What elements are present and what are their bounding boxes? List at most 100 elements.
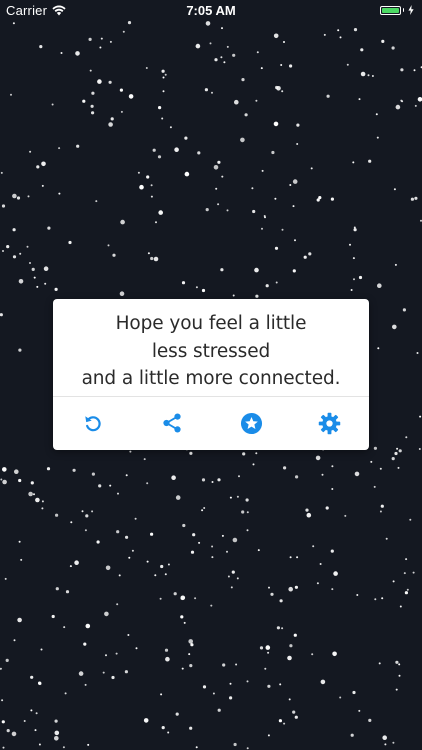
star: [321, 473, 324, 476]
star: [326, 94, 330, 98]
star: [164, 73, 167, 76]
star: [41, 507, 44, 510]
star: [232, 294, 235, 297]
star: [112, 253, 116, 257]
star: [294, 715, 298, 719]
star: [279, 683, 282, 686]
star: [91, 111, 95, 115]
star: [209, 42, 212, 45]
star: [0, 171, 3, 174]
star: [2, 746, 5, 749]
star: [10, 93, 12, 96]
star: [350, 289, 353, 291]
star: [377, 347, 380, 350]
star: [162, 76, 165, 79]
star: [395, 104, 401, 110]
star: [160, 693, 163, 696]
star: [12, 228, 16, 232]
refresh-button[interactable]: [80, 410, 106, 436]
star: [296, 123, 300, 127]
star: [352, 257, 355, 260]
star: [1, 204, 6, 208]
star: [233, 742, 237, 747]
star: [139, 184, 144, 190]
star: [288, 698, 291, 701]
star: [333, 571, 338, 576]
star: [385, 537, 388, 540]
star: [380, 504, 384, 508]
star: [31, 267, 35, 271]
star: [397, 466, 400, 469]
star: [18, 478, 22, 483]
star: [20, 558, 23, 561]
star: [0, 478, 3, 481]
star: [289, 556, 292, 559]
star: [402, 308, 406, 312]
star: [43, 266, 49, 272]
star: [180, 615, 184, 619]
star: [238, 475, 240, 478]
star: [358, 98, 361, 101]
star: [337, 29, 340, 32]
star: [217, 478, 221, 482]
star: [190, 550, 195, 554]
star: [91, 91, 95, 95]
star: [188, 639, 193, 644]
star: [189, 726, 193, 730]
star: [217, 203, 220, 206]
star: [36, 165, 40, 169]
star: [255, 99, 258, 102]
star: [373, 485, 376, 488]
star: [412, 571, 415, 574]
star: [95, 200, 98, 203]
star: [119, 88, 123, 92]
star: [368, 718, 372, 723]
star: [175, 495, 181, 500]
star: [396, 447, 399, 450]
star: [378, 662, 381, 665]
star: [278, 719, 282, 723]
battery-nub: [402, 8, 404, 12]
star: [110, 117, 114, 121]
star: [26, 245, 29, 248]
star: [35, 712, 38, 715]
star: [293, 633, 297, 637]
star: [392, 324, 397, 330]
star: [85, 514, 89, 518]
star: [222, 663, 226, 667]
star: [182, 523, 186, 528]
star: [117, 492, 119, 495]
star: [267, 734, 270, 737]
star: [414, 104, 417, 107]
favorite-button[interactable]: [238, 410, 264, 436]
star: [122, 30, 125, 33]
share-button[interactable]: [159, 410, 185, 436]
star: [82, 99, 86, 103]
star: [417, 97, 422, 102]
star: [392, 741, 395, 744]
star: [331, 488, 334, 490]
share-icon: [163, 413, 181, 433]
star: [281, 627, 284, 630]
star: [371, 75, 374, 77]
star: [29, 262, 31, 264]
star: [246, 529, 249, 532]
star: [281, 228, 284, 231]
star: [145, 67, 148, 69]
star: [375, 113, 378, 116]
star: [150, 532, 154, 536]
star: [150, 256, 154, 261]
star: [268, 586, 270, 589]
star: [169, 126, 172, 129]
star: [400, 99, 403, 102]
settings-button[interactable]: [316, 410, 342, 436]
star: [175, 712, 179, 716]
star: [241, 78, 245, 82]
star: [62, 746, 65, 749]
star: [257, 549, 260, 552]
star: [115, 652, 118, 655]
star: [97, 79, 102, 84]
star: [158, 210, 163, 215]
star: [155, 221, 157, 224]
star: [167, 563, 170, 566]
